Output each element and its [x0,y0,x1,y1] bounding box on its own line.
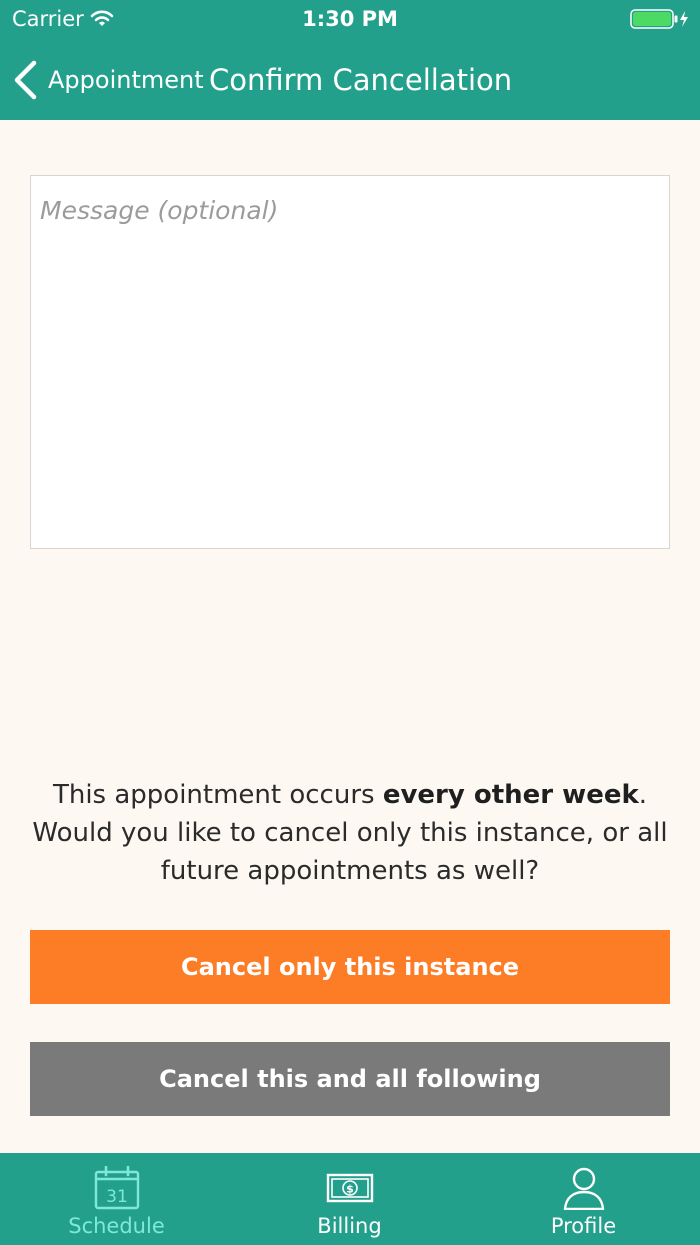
info-text-prefix: This appointment occurs [52,780,383,810]
back-button[interactable]: Appointment [12,58,204,102]
tab-schedule[interactable]: 31 Schedule [0,1153,233,1245]
tab-billing-label: Billing [317,1214,382,1238]
tab-schedule-label: Schedule [68,1214,165,1238]
chevron-left-icon [14,60,37,100]
status-time: 1:30 PM [302,7,398,31]
cancel-following-button[interactable]: Cancel this and all following [30,1042,670,1116]
message-input[interactable] [30,175,670,549]
dollar-bill-icon: $ [326,1166,374,1210]
person-icon [562,1166,606,1210]
svg-text:$: $ [346,1183,354,1196]
tab-billing[interactable]: $ Billing [233,1153,466,1245]
navigation-bar: Appointment Confirm Cancellation [0,40,700,120]
status-bar: Carrier 1:30 PM [0,0,700,40]
app-header: Carrier 1:30 PM Appointment Confirm Canc [0,0,700,120]
tab-bar: 31 Schedule $ Billing Profile [0,1153,700,1245]
battery-icon [630,9,690,29]
back-button-label: Appointment [48,66,204,94]
tab-profile[interactable]: Profile [467,1153,700,1245]
tab-profile-label: Profile [550,1214,617,1238]
page-title: Confirm Cancellation [209,63,513,97]
calendar-icon: 31 [94,1166,140,1210]
recurrence-frequency: every other week [382,780,639,810]
cancel-instance-button[interactable]: Cancel only this instance [30,930,670,1004]
recurrence-info-text: This appointment occurs every other week… [20,776,680,890]
calendar-day-number: 31 [106,1187,128,1207]
